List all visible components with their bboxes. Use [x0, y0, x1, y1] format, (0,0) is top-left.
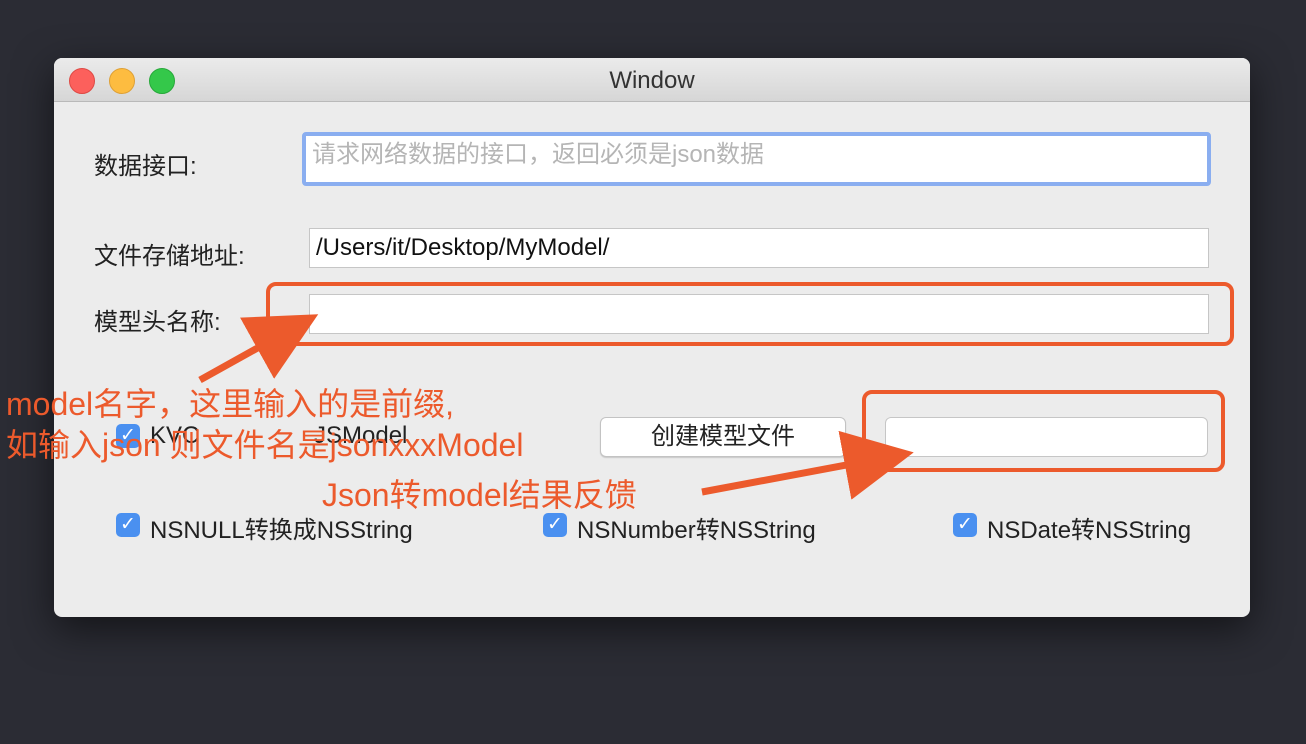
annotation-arrows [198, 314, 914, 500]
prefix-annotation-line1: model名字，这里输入的是前缀, [6, 386, 455, 422]
prefix-annotation-line2: 如输入json 则文件名是jsonxxxModel [6, 427, 524, 463]
result-arrow [701, 430, 914, 500]
result-annotation: Json转model结果反馈 [322, 477, 637, 513]
prefix-arrow [198, 314, 319, 384]
